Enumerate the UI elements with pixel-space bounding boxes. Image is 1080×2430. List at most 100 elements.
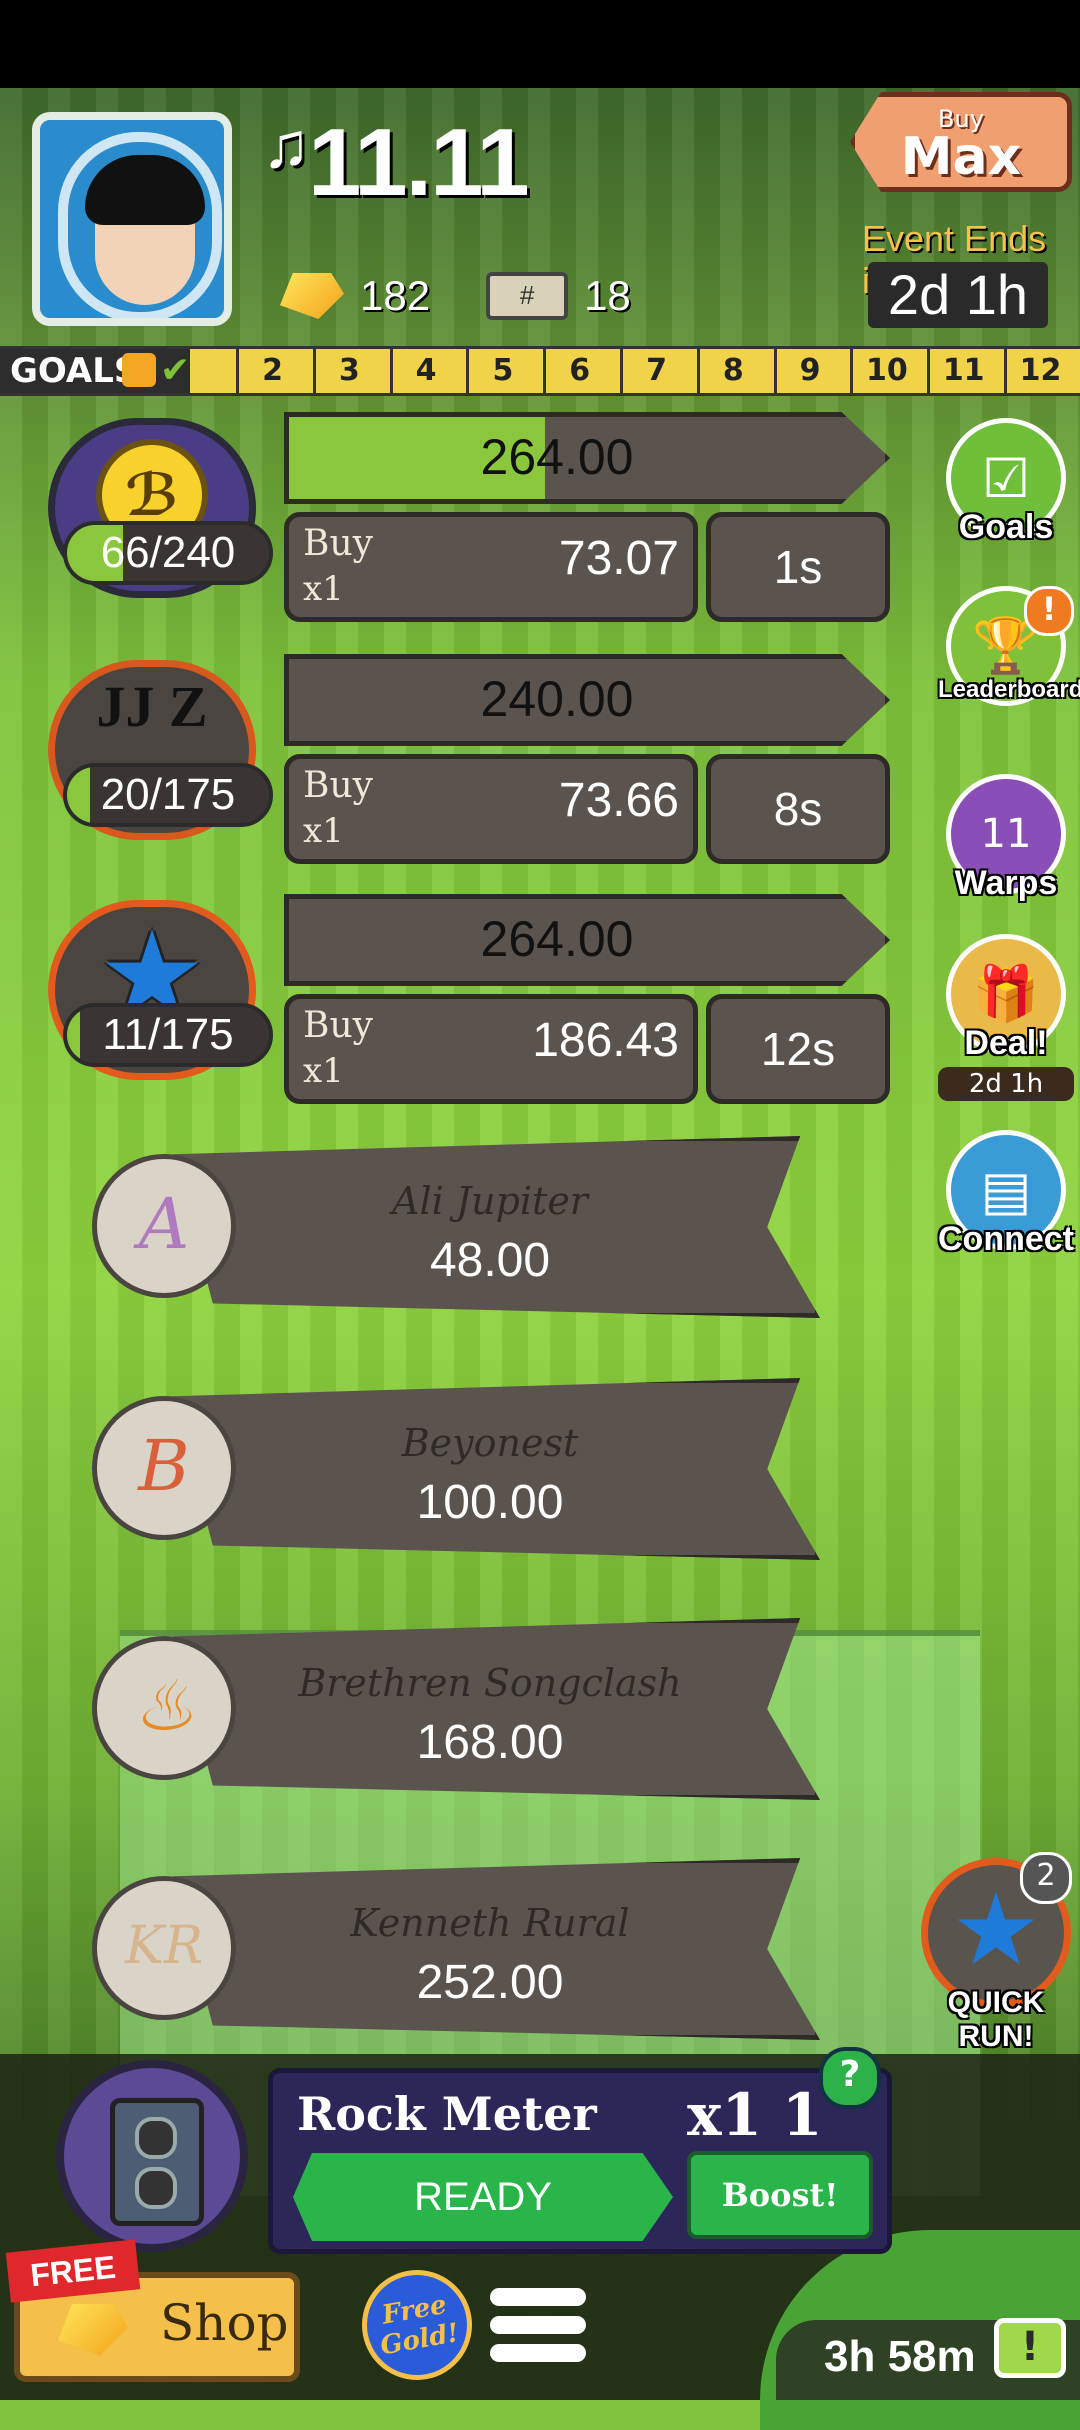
locked-artist-logo: B <box>92 1396 236 1540</box>
buy-button[interactable]: Buy x1 73.07 <box>284 512 698 622</box>
revenue-bar[interactable]: 240.00 <box>284 654 890 746</box>
buy-label: Buy <box>303 765 373 806</box>
ticket-count: 18 <box>584 272 631 319</box>
goal-number: 9 <box>773 349 844 393</box>
leaderboard-label: Leaderboard <box>938 676 1080 703</box>
artist-portrait[interactable]: ★ 11/175 <box>48 900 273 1080</box>
locked-artist-price: 252.00 <box>416 1956 564 2009</box>
shop-label: Shop <box>160 2294 289 2352</box>
rock-meter-panel: Rock Meter x1 1 ? READY Boost! <box>268 2047 892 2254</box>
progress-text: 20/175 <box>100 770 236 819</box>
locked-artist-price: 168.00 <box>416 1716 564 1769</box>
goal-number: 4 <box>389 349 460 393</box>
tv-ad-icon[interactable]: ! <box>994 2318 1066 2378</box>
boost-button[interactable]: Boost! <box>687 2151 873 2239</box>
timer-text: 3h 58m <box>824 2332 976 2381</box>
speaker-button[interactable] <box>56 2060 248 2252</box>
goals-bar[interactable]: GOALS ✔ 2 3 4 5 6 7 8 9 10 11 12 <box>0 346 1080 396</box>
locked-artist-logo: ♨ <box>92 1636 236 1780</box>
artist-portrait[interactable]: ℬ 66/240 <box>48 418 273 598</box>
goal-number: 5 <box>466 349 536 393</box>
buy-button[interactable]: Buy x1 73.66 <box>284 754 698 864</box>
ready-button[interactable]: READY <box>293 2153 673 2241</box>
deal-label: Deal! <box>964 1024 1048 1062</box>
deal-time: 2d 1h <box>938 1067 1074 1101</box>
artist-progress: 11/175 <box>63 1003 273 1067</box>
goals-side-label: Goals <box>958 508 1054 546</box>
leaderboard-button[interactable]: 🏆 ! Leaderboard <box>938 586 1080 706</box>
buy-max-button[interactable]: Buy Max <box>850 92 1072 192</box>
gold-count: 182 <box>360 272 431 319</box>
revenue-bar[interactable]: 264.00 <box>284 412 890 504</box>
warps-button[interactable]: 11 Warps <box>938 774 1074 903</box>
revenue-bar[interactable]: 264.00 <box>284 894 890 986</box>
locked-artist-price: 100.00 <box>416 1476 564 1529</box>
warps-count: 11 <box>980 811 1032 857</box>
goal-number: 8 <box>696 349 767 393</box>
connect-button[interactable]: ▤ Connect <box>938 1130 1074 1259</box>
revenue-value: 264.00 <box>480 911 634 967</box>
locked-artist-ribbon[interactable]: Ali Jupiter 48.00 <box>173 1136 820 1318</box>
buy-cost: 73.07 <box>558 532 679 585</box>
buy-max-big-label: Max <box>900 127 1022 187</box>
player-avatar[interactable] <box>32 112 232 326</box>
cycle-time: 8s <box>706 754 890 864</box>
locked-artist-name: Kenneth Rural <box>350 1901 630 1945</box>
goal-number: 6 <box>543 349 613 393</box>
ticket-icon: # <box>486 272 569 320</box>
revenue-value: 240.00 <box>480 671 634 727</box>
progress-text: 66/240 <box>100 528 236 577</box>
locked-artist-ribbon[interactable]: Brethren Songclash 168.00 <box>173 1618 820 1800</box>
status-bar <box>0 0 1080 88</box>
goal-number: 3 <box>312 349 383 393</box>
buy-cost: 186.43 <box>532 1014 679 1067</box>
locked-artist-ribbon[interactable]: Beyonest 100.00 <box>173 1378 820 1560</box>
gift-icon <box>122 353 156 387</box>
gold-gem-icon <box>58 2304 128 2356</box>
event-time: 2d 1h <box>868 262 1048 328</box>
locked-artist-name: Brethren Songclash <box>298 1661 682 1705</box>
checkmark-icon: ✔ <box>160 350 191 391</box>
buy-multiplier: x1 <box>303 1051 344 1091</box>
goal-number: 11 <box>927 349 997 393</box>
goals-side-button[interactable]: ☑ Goals <box>938 418 1074 547</box>
speaker-cone <box>135 2167 177 2209</box>
gold-icon <box>280 273 344 319</box>
rock-meter-multiplier: x1 1 <box>687 2081 823 2149</box>
buy-multiplier: x1 <box>303 811 344 851</box>
locked-artist-logo: A <box>92 1154 236 1298</box>
quick-run-button[interactable]: ★ 2 QUICK RUN! <box>916 1852 1076 2053</box>
artist-portrait[interactable]: JJ Z 20/175 <box>48 660 273 840</box>
currency-row: 182 # 18 <box>280 272 631 320</box>
revenue-value: 264.00 <box>480 429 634 485</box>
speaker-icon <box>110 2098 204 2226</box>
goal-number: 7 <box>620 349 690 393</box>
buy-button[interactable]: Buy x1 186.43 <box>284 994 698 1104</box>
goal-number: 2 <box>236 349 306 393</box>
warps-label: Warps <box>954 864 1058 902</box>
deal-button[interactable]: 🎁 Deal! 2d 1h <box>938 934 1074 1101</box>
cycle-time: 1s <box>706 512 890 622</box>
connect-label: Connect <box>938 1220 1074 1258</box>
buy-label: Buy <box>303 523 373 564</box>
cycle-time: 12s <box>706 994 890 1104</box>
artist-progress: 66/240 <box>63 521 273 585</box>
quick-run-count: 2 <box>1020 1852 1072 1904</box>
locked-artist-price: 48.00 <box>429 1234 551 1287</box>
progress-text: 11/175 <box>102 1010 234 1059</box>
goal-number: 12 <box>1004 349 1074 393</box>
locked-artist-ribbon[interactable]: Kenneth Rural 252.00 <box>173 1858 820 2040</box>
speaker-cone <box>135 2117 177 2159</box>
score-value: 11.11 <box>308 109 530 216</box>
buy-label: Buy <box>303 1005 373 1046</box>
jjz-logo: JJ Z <box>96 674 208 739</box>
locked-artist-name: Ali Jupiter <box>392 1179 588 1223</box>
goal-number: 10 <box>850 349 920 393</box>
buy-cost: 73.66 <box>558 774 679 827</box>
rock-meter-title: Rock Meter <box>297 2087 597 2141</box>
buy-multiplier: x1 <box>303 569 344 609</box>
artist-progress: 20/175 <box>63 763 273 827</box>
music-note-icon: ♫ <box>262 109 310 181</box>
menu-icon[interactable] <box>490 2288 586 2374</box>
help-button[interactable]: ? <box>819 2047 881 2109</box>
